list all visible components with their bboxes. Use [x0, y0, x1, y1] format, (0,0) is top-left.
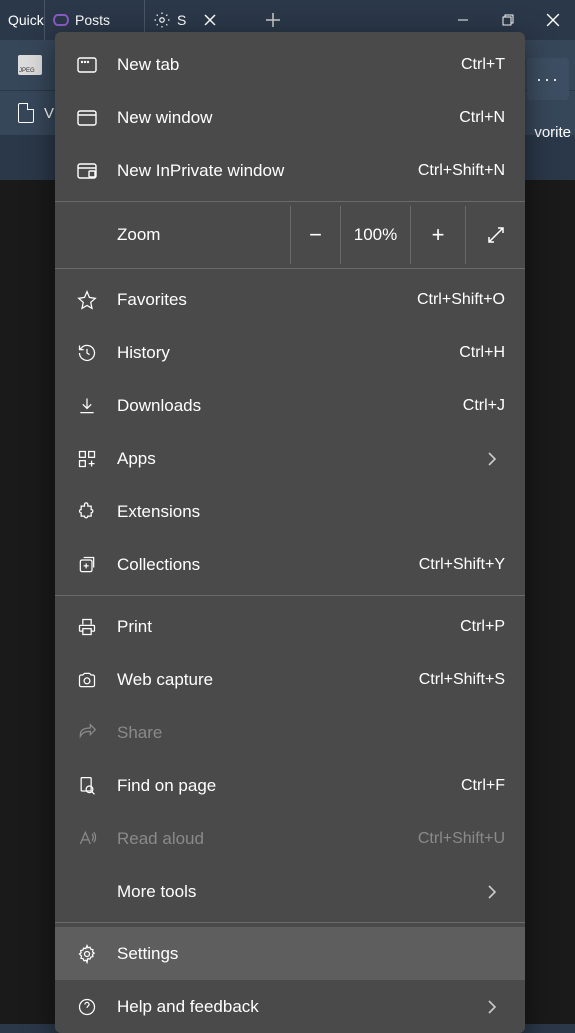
tab-quick[interactable]: Quick	[0, 0, 45, 40]
menu-share: Share	[55, 706, 525, 759]
download-icon	[75, 396, 99, 416]
menu-label: New tab	[117, 55, 461, 75]
menu-extensions[interactable]: Extensions	[55, 485, 525, 538]
menu-label: Favorites	[117, 290, 417, 310]
menu-settings[interactable]: Settings	[55, 927, 525, 980]
menu-read-aloud: Read aloud Ctrl+Shift+U	[55, 812, 525, 865]
menu-shortcut: Ctrl+Shift+N	[418, 162, 505, 180]
favorites-text-fragment: vorite	[534, 124, 571, 141]
menu-new-tab[interactable]: New tab Ctrl+T	[55, 38, 525, 91]
share-icon	[75, 723, 99, 743]
menu-shortcut: Ctrl+Shift+Y	[419, 556, 505, 574]
menu-shortcut: Ctrl+J	[463, 397, 505, 415]
search-page-icon	[75, 776, 99, 796]
menu-new-inprivate[interactable]: New InPrivate window Ctrl+Shift+N	[55, 144, 525, 197]
app-menu: New tab Ctrl+T New window Ctrl+N New InP…	[55, 32, 525, 1033]
menu-more-tools[interactable]: More tools	[55, 865, 525, 918]
more-menu-button[interactable]: ···	[527, 58, 569, 100]
apps-icon	[75, 449, 99, 469]
puzzle-icon	[75, 502, 99, 522]
menu-shortcut: Ctrl+N	[459, 109, 505, 127]
menu-shortcut: Ctrl+Shift+O	[417, 291, 505, 309]
menu-label: Apps	[117, 449, 487, 469]
zoom-out-button[interactable]: −	[290, 206, 340, 264]
menu-label: Read aloud	[117, 829, 418, 849]
menu-separator	[55, 922, 525, 923]
menu-label: More tools	[117, 882, 487, 902]
menu-label: Print	[117, 617, 460, 637]
tab-label: Posts	[75, 12, 110, 28]
menu-find-on-page[interactable]: Find on page Ctrl+F	[55, 759, 525, 812]
inprivate-icon	[75, 163, 99, 179]
help-icon	[75, 997, 99, 1017]
menu-label: Share	[117, 723, 505, 743]
menu-print[interactable]: Print Ctrl+P	[55, 600, 525, 653]
menu-downloads[interactable]: Downloads Ctrl+J	[55, 379, 525, 432]
read-aloud-icon	[75, 829, 99, 849]
menu-history[interactable]: History Ctrl+H	[55, 326, 525, 379]
menu-help-feedback[interactable]: Help and feedback	[55, 980, 525, 1033]
star-icon	[75, 290, 99, 310]
menu-label: Help and feedback	[117, 997, 487, 1017]
menu-shortcut: Ctrl+T	[461, 56, 505, 74]
menu-label: Downloads	[117, 396, 463, 416]
fullscreen-button[interactable]	[465, 206, 525, 264]
chevron-right-icon	[487, 452, 505, 466]
menu-web-capture[interactable]: Web capture Ctrl+Shift+S	[55, 653, 525, 706]
menu-label: History	[117, 343, 459, 363]
menu-zoom-row: Zoom − 100% +	[55, 206, 525, 264]
chevron-right-icon	[487, 1000, 505, 1014]
menu-label: New window	[117, 108, 459, 128]
menu-label: Collections	[117, 555, 419, 575]
zoom-value: 100%	[340, 206, 410, 264]
print-icon	[75, 617, 99, 637]
close-window-button[interactable]	[530, 0, 575, 40]
favorites-bar-letter: V	[44, 105, 54, 122]
menu-separator	[55, 268, 525, 269]
menu-shortcut: Ctrl+Shift+S	[419, 671, 505, 689]
eye-icon	[53, 14, 69, 26]
menu-label: New InPrivate window	[117, 161, 418, 181]
menu-collections[interactable]: Collections Ctrl+Shift+Y	[55, 538, 525, 591]
menu-label: Extensions	[117, 502, 505, 522]
menu-label: Settings	[117, 944, 505, 964]
menu-shortcut: Ctrl+F	[461, 777, 505, 795]
menu-shortcut: Ctrl+H	[459, 344, 505, 362]
new-tab-button[interactable]	[265, 12, 281, 28]
tab-label: S	[177, 12, 186, 28]
menu-apps[interactable]: Apps	[55, 432, 525, 485]
menu-shortcut: Ctrl+P	[460, 618, 505, 636]
zoom-in-button[interactable]: +	[410, 206, 465, 264]
window-icon	[75, 110, 99, 126]
tab-label: Quick	[8, 12, 44, 28]
menu-new-window[interactable]: New window Ctrl+N	[55, 91, 525, 144]
menu-label: Find on page	[117, 776, 461, 796]
gear-icon	[153, 11, 171, 29]
jpeg-file-icon	[18, 55, 42, 75]
chevron-right-icon	[487, 885, 505, 899]
close-tab-icon[interactable]	[204, 14, 216, 26]
camera-icon	[75, 670, 99, 690]
page-icon	[18, 103, 34, 123]
gear-icon	[75, 944, 99, 964]
menu-label: Web capture	[117, 670, 419, 690]
zoom-label: Zoom	[55, 225, 290, 245]
new-tab-icon	[75, 57, 99, 73]
menu-separator	[55, 201, 525, 202]
history-icon	[75, 343, 99, 363]
collections-icon	[75, 555, 99, 575]
menu-separator	[55, 595, 525, 596]
menu-favorites[interactable]: Favorites Ctrl+Shift+O	[55, 273, 525, 326]
menu-shortcut: Ctrl+Shift+U	[418, 830, 505, 848]
